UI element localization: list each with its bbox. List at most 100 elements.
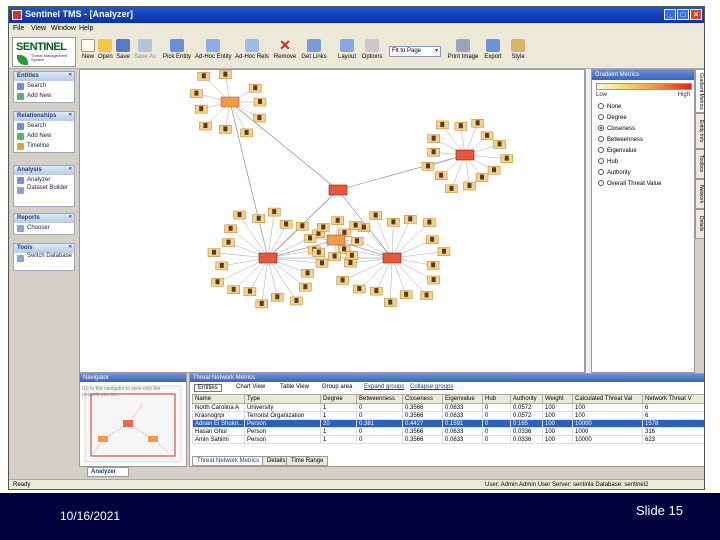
- hub-node[interactable]: [258, 252, 278, 264]
- tab-details[interactable]: Details: [695, 209, 704, 239]
- column-header[interactable]: Calculated Threat Val: [572, 394, 643, 404]
- hub-node[interactable]: [326, 234, 346, 246]
- radio-none[interactable]: None: [598, 103, 621, 110]
- get-links-button[interactable]: Get Links: [301, 37, 327, 67]
- column-header[interactable]: Weight: [542, 394, 573, 404]
- print-image-button[interactable]: Print Image: [447, 37, 479, 67]
- radio-degree[interactable]: Degree: [598, 114, 627, 121]
- table-view-option[interactable]: Table View: [280, 384, 309, 390]
- relationships-search[interactable]: Search: [14, 121, 74, 131]
- table-row[interactable]: Krasnogrpr Terrorist Organization 1 0 0.3566…: [192, 411, 704, 420]
- table-row[interactable]: North Carolina A University 1 0 0.3566 0.0633…: [192, 403, 704, 412]
- radio-closeness[interactable]: Closeness: [598, 125, 635, 132]
- menu-file[interactable]: File: [13, 25, 24, 32]
- save-as-icon: [138, 39, 152, 52]
- column-header[interactable]: Type: [244, 394, 321, 404]
- tab-time-range[interactable]: Time Range: [286, 456, 329, 466]
- graph-edge: [261, 257, 269, 304]
- entity-photo-icon: [404, 291, 409, 297]
- graph-edge: [391, 257, 427, 296]
- group-area-checkbox[interactable]: Group area: [322, 384, 352, 390]
- close-button[interactable]: ×: [690, 9, 702, 20]
- hub-node[interactable]: [455, 149, 475, 161]
- table-body: North Carolina A University 1 0 0.3566 0.0633…: [192, 403, 704, 444]
- table-cell: University: [244, 403, 321, 412]
- table-row[interactable]: Hasan Ghul Person 1 0 0.3566 0.0633 0 0.0336 100…: [192, 427, 704, 436]
- analysis-header[interactable]: Analysis: [14, 166, 74, 175]
- ad-hoc-rels-button[interactable]: Ad-Hoc Rels: [235, 37, 269, 67]
- tab-network[interactable]: Network: [695, 179, 704, 209]
- column-header[interactable]: Eigenvalue: [442, 394, 483, 404]
- network-graph-canvas[interactable]: [79, 69, 585, 373]
- entity-photo-icon: [335, 217, 340, 223]
- entity-photo-icon: [374, 288, 379, 294]
- graph-edge: [391, 222, 394, 259]
- hub-node[interactable]: [328, 184, 348, 196]
- entity-photo-icon: [467, 183, 472, 189]
- entity-photo-icon: [305, 270, 310, 276]
- open-button[interactable]: Open: [98, 37, 113, 67]
- column-header[interactable]: Network Threat V: [642, 394, 704, 404]
- tab-threat-network-metrics[interactable]: Threat Network Metrics: [192, 456, 265, 466]
- menu-view[interactable]: View: [31, 25, 46, 32]
- style-button[interactable]: Style: [509, 37, 527, 67]
- table-cell: 0.0336: [510, 435, 543, 444]
- column-header[interactable]: Betweenness: [356, 394, 403, 404]
- entity-photo-icon: [211, 249, 216, 255]
- column-header[interactable]: Closeness: [402, 394, 443, 404]
- expand-groups-link[interactable]: Expand groups: [364, 384, 404, 390]
- radio-authority[interactable]: Authority: [598, 169, 631, 176]
- zoom-combo[interactable]: Fit to Page: [389, 46, 441, 57]
- relationships-add-new[interactable]: Add New: [14, 131, 74, 141]
- relationships-timeline[interactable]: Timeline: [14, 141, 74, 151]
- entities-header[interactable]: Entities: [14, 72, 74, 81]
- entities-add-new[interactable]: Add New: [14, 91, 74, 101]
- export-button[interactable]: Export: [483, 37, 503, 67]
- table-row[interactable]: Amin Sahimi Person 1 0 0.3566 0.0633 0 0.0336 10…: [192, 435, 704, 444]
- tab-gradient-metrics[interactable]: Gradient Metrics: [695, 69, 704, 113]
- radio-eigenvalue[interactable]: Eigenvalue: [598, 147, 637, 154]
- ad-hoc-entity-button[interactable]: Ad-Hoc Entity: [195, 37, 232, 67]
- column-header[interactable]: Hub: [482, 394, 511, 404]
- menu-window[interactable]: Window: [51, 25, 76, 32]
- save-as-button[interactable]: Save As: [134, 37, 156, 67]
- save-button[interactable]: Save: [115, 37, 131, 67]
- toolbar: SENTINEL Threat Management System New Op…: [9, 35, 704, 69]
- collapse-groups-link[interactable]: Collapse groups: [410, 384, 453, 390]
- options-button[interactable]: Options: [361, 37, 383, 67]
- column-header[interactable]: Name: [192, 394, 245, 404]
- minimize-button[interactable]: _: [664, 9, 676, 20]
- column-header[interactable]: Authority: [510, 394, 543, 404]
- entity-photo-icon: [391, 219, 396, 225]
- hub-node[interactable]: [220, 96, 240, 108]
- pick-entity-button[interactable]: Pick Entity: [162, 37, 192, 67]
- hub-node[interactable]: [382, 252, 402, 264]
- new-button[interactable]: New: [81, 37, 95, 67]
- graph-edges: [196, 74, 507, 304]
- table-cell: 0.3566: [402, 403, 443, 412]
- chart-view-option[interactable]: Chart View: [236, 384, 265, 390]
- radio-hub[interactable]: Hub: [598, 158, 618, 165]
- network-graph[interactable]: [80, 70, 585, 373]
- reports-chooser[interactable]: Chooser: [14, 223, 74, 233]
- reports-header[interactable]: Reports: [14, 214, 74, 223]
- remove-button[interactable]: ✕ Remove: [273, 37, 297, 67]
- relationships-header[interactable]: Relationships: [14, 112, 74, 121]
- tools-switch-database[interactable]: Switch Database: [14, 253, 74, 269]
- layout-button[interactable]: Layout: [337, 37, 357, 67]
- radio-betweenness[interactable]: Betweenness: [598, 136, 643, 143]
- tools-header[interactable]: Tools: [14, 244, 74, 253]
- analysis-dataset-builder[interactable]: Dataset Builder: [14, 185, 74, 201]
- entities-view-button[interactable]: Entities: [194, 384, 222, 392]
- analyzer-document-tab[interactable]: Analyzer: [87, 467, 129, 477]
- table-row[interactable]: Adnan El Shukri... Person 20 0.381 0.4427 0.1…: [192, 419, 704, 428]
- radio-overall-threat-value[interactable]: Overall Threat Value: [598, 180, 661, 187]
- tab-entity-info[interactable]: Entity Info: [695, 113, 704, 149]
- column-header[interactable]: Degree: [320, 394, 357, 404]
- metrics-table: Name Type Degree Betweenness Closeness Eigenv…: [192, 394, 704, 444]
- tab-toolbox[interactable]: Toolbox: [695, 149, 704, 179]
- analysis-analyzer[interactable]: Analyzer: [14, 175, 74, 185]
- menu-help[interactable]: Help: [79, 25, 93, 32]
- maximize-button[interactable]: □: [677, 9, 689, 20]
- entities-search[interactable]: Search: [14, 81, 74, 91]
